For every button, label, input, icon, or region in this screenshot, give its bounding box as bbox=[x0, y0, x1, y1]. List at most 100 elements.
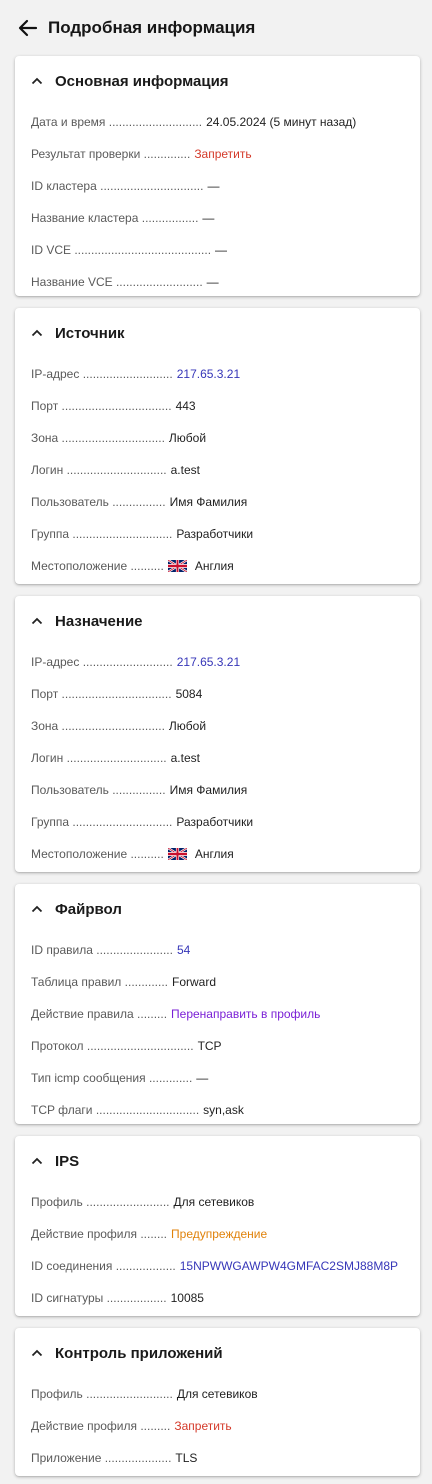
field-value: TLS bbox=[175, 1451, 198, 1465]
field-value: — bbox=[215, 243, 228, 257]
field-label: TCP флаги ..............................… bbox=[31, 1103, 200, 1117]
row-check-result: Результат проверки .............. Запрети… bbox=[31, 138, 404, 170]
row-icmp-type: Тип icmp сообщения ............. — bbox=[31, 1062, 404, 1094]
row-group: Группа .............................. Раз… bbox=[31, 806, 404, 838]
card-header: Назначение bbox=[31, 596, 404, 646]
row-login: Логин .............................. a.te… bbox=[31, 454, 404, 486]
row-login: Логин .............................. a.te… bbox=[31, 742, 404, 774]
field-label: Тип icmp сообщения ............. bbox=[31, 1071, 193, 1085]
field-label: Приложение .................... bbox=[31, 1451, 172, 1465]
collapse-button[interactable] bbox=[31, 1347, 43, 1359]
uk-flag-icon bbox=[167, 560, 187, 572]
card-title: Основная информация bbox=[55, 72, 229, 90]
chevron-up-icon bbox=[31, 77, 43, 85]
row-tcp-flags: TCP флаги ..............................… bbox=[31, 1094, 404, 1126]
field-value: Имя Фамилия bbox=[169, 783, 248, 797]
field-label: Группа .............................. bbox=[31, 815, 173, 829]
field-label: Местоположение .......... bbox=[31, 847, 164, 861]
ip-link[interactable]: 217.65.3.21 bbox=[177, 367, 240, 381]
field-label: ID кластера ............................… bbox=[31, 179, 204, 193]
field-value: a.test bbox=[170, 751, 200, 765]
field-value: Разработчики bbox=[176, 815, 254, 829]
card-header: Основная информация bbox=[31, 56, 404, 106]
field-value: — bbox=[206, 275, 219, 289]
field-value: TCP bbox=[197, 1039, 222, 1053]
row-application: Приложение .................... TLS bbox=[31, 1442, 404, 1474]
card-destination: Назначение IP-адрес ....................… bbox=[15, 596, 420, 872]
field-value: — bbox=[196, 1071, 209, 1085]
field-label: Пользователь ................ bbox=[31, 495, 166, 509]
field-label: ID VCE .................................… bbox=[31, 243, 212, 257]
field-label: IP-адрес ........................... bbox=[31, 655, 173, 669]
row-datetime: Дата и время ...........................… bbox=[31, 106, 404, 138]
field-label: Дата и время ...........................… bbox=[31, 115, 203, 129]
row-ip: IP-адрес ........................... 217.… bbox=[31, 646, 404, 678]
uk-flag-icon bbox=[167, 848, 187, 860]
field-label: Зона ............................... bbox=[31, 431, 165, 445]
row-profile-action: Действие профиля ......... Запретить bbox=[31, 1410, 404, 1442]
field-value: 24.05.2024 (5 минут назад) bbox=[206, 115, 357, 129]
row-user: Пользователь ................ Имя Фамилия bbox=[31, 774, 404, 806]
chevron-up-icon bbox=[31, 1157, 43, 1165]
card-header: Контроль приложений bbox=[31, 1328, 404, 1378]
collapse-button[interactable] bbox=[31, 1155, 43, 1167]
card-header: Файрвол bbox=[31, 884, 404, 934]
rule-id-link[interactable]: 54 bbox=[177, 943, 190, 957]
status-value: Предупреждение bbox=[171, 1227, 268, 1241]
card-firewall: Файрвол ID правила .....................… bbox=[15, 884, 420, 1124]
card-ips: IPS Профиль ......................... Для… bbox=[15, 1136, 420, 1316]
row-zone: Зона ............................... Любо… bbox=[31, 422, 404, 454]
back-button[interactable] bbox=[16, 16, 40, 40]
status-value: Запретить bbox=[174, 1419, 232, 1433]
field-value: Forward bbox=[172, 975, 217, 989]
field-label: Таблица правил ............. bbox=[31, 975, 168, 989]
field-label: Местоположение .......... bbox=[31, 559, 164, 573]
row-group: Группа .............................. Раз… bbox=[31, 518, 404, 550]
card-title: Назначение bbox=[55, 612, 143, 630]
chevron-up-icon bbox=[31, 905, 43, 913]
row-zone: Зона ............................... Любо… bbox=[31, 710, 404, 742]
row-cluster-id: ID кластера ............................… bbox=[31, 170, 404, 202]
field-label: Логин .............................. bbox=[31, 751, 167, 765]
collapse-button[interactable] bbox=[31, 903, 43, 915]
location-name: Англия bbox=[194, 847, 234, 861]
field-value: 5084 bbox=[175, 687, 203, 701]
ip-link[interactable]: 217.65.3.21 bbox=[177, 655, 240, 669]
row-profile: Профиль .......................... Для се… bbox=[31, 1378, 404, 1410]
card-header: Источник bbox=[31, 308, 404, 358]
collapse-button[interactable] bbox=[31, 327, 43, 339]
card-title: Источник bbox=[55, 324, 125, 342]
collapse-button[interactable] bbox=[31, 75, 43, 87]
row-vce-name: Название VCE .......................... — bbox=[31, 266, 404, 298]
connection-id-link[interactable]: 15NPWWGAWPW4GMFAC2SMJ88M8P bbox=[180, 1259, 398, 1273]
field-label: Группа .............................. bbox=[31, 527, 173, 541]
card-title: IPS bbox=[55, 1152, 80, 1170]
card-main-info: Основная информация Дата и время .......… bbox=[15, 56, 420, 296]
row-connection-id: ID соединения .................. 15NPWWGA… bbox=[31, 1250, 404, 1282]
row-location: Местоположение .......... Англия bbox=[31, 838, 404, 870]
row-rule-table: Таблица правил ............. Forward bbox=[31, 966, 404, 998]
card-header: IPS bbox=[31, 1136, 404, 1186]
field-label: ID сигнатуры .................. bbox=[31, 1291, 167, 1305]
row-vce-id: ID VCE .................................… bbox=[31, 234, 404, 266]
field-value: a.test bbox=[170, 463, 200, 477]
field-value: Разработчики bbox=[176, 527, 254, 541]
status-value: Запретить bbox=[194, 147, 252, 161]
row-port: Порт ................................. 44… bbox=[31, 390, 404, 422]
field-value: — bbox=[202, 211, 215, 225]
row-profile-action: Действие профиля ........ Предупреждение bbox=[31, 1218, 404, 1250]
app-header: Подробная информация bbox=[0, 0, 432, 56]
rule-action-link[interactable]: Перенаправить в профиль bbox=[171, 1007, 320, 1021]
field-label: Действие профиля ........ bbox=[31, 1227, 168, 1241]
collapse-button[interactable] bbox=[31, 615, 43, 627]
card-source: Источник IP-адрес ......................… bbox=[15, 308, 420, 584]
card-title: Файрвол bbox=[55, 900, 122, 918]
card-app-control: Контроль приложений Профиль ............… bbox=[15, 1328, 420, 1476]
row-cluster-name: Название кластера ................. — bbox=[31, 202, 404, 234]
field-label: Профиль ......................... bbox=[31, 1195, 170, 1209]
field-label: Действие профиля ......... bbox=[31, 1419, 171, 1433]
field-value: syn,ask bbox=[203, 1103, 244, 1117]
field-value: 443 bbox=[175, 399, 196, 413]
field-label: Результат проверки .............. bbox=[31, 147, 191, 161]
location-value: Англия bbox=[167, 847, 234, 861]
